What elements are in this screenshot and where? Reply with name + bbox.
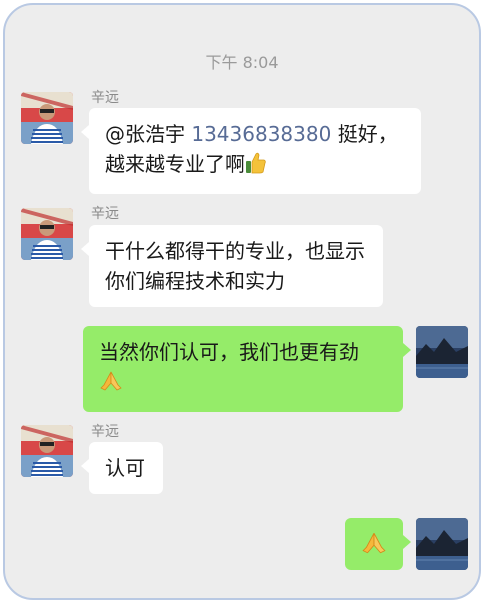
sender-name: 辛远 bbox=[91, 424, 119, 440]
thumbs-up-icon bbox=[245, 151, 267, 183]
chat-window: 下午 8:04 辛远 @张浩宇 13436838380 挺好， 越来越专业了啊 bbox=[3, 3, 481, 600]
message-text: 你们编程技术和实力 bbox=[105, 269, 285, 293]
message-text: 当然你们认可，我们也更有劲 bbox=[99, 340, 359, 364]
sender-name: 辛远 bbox=[91, 206, 119, 222]
sender-avatar[interactable] bbox=[21, 425, 73, 477]
sender-avatar[interactable] bbox=[21, 208, 73, 260]
message-bubble[interactable]: 当然你们认可，我们也更有劲 bbox=[83, 326, 411, 412]
message-bubble[interactable] bbox=[345, 518, 411, 570]
message-bubble[interactable]: @张浩宇 13436838380 挺好， 越来越专业了啊 bbox=[81, 108, 421, 194]
self-avatar[interactable] bbox=[416, 518, 468, 570]
message-text: 越来越专业了啊 bbox=[105, 152, 245, 176]
sender-name: 辛远 bbox=[91, 90, 119, 106]
message-bubble[interactable]: 干什么都得干的专业，也显示 你们编程技术和实力 bbox=[81, 225, 383, 307]
phone-link[interactable]: 13436838380 bbox=[191, 122, 331, 146]
message-text: 干什么都得干的专业，也显示 bbox=[105, 239, 365, 263]
sender-avatar[interactable] bbox=[21, 92, 73, 144]
message-text: 认可 bbox=[105, 456, 145, 480]
pray-hands-icon bbox=[361, 530, 387, 564]
pray-hands-icon bbox=[99, 369, 123, 401]
message-text: 挺好， bbox=[331, 122, 398, 146]
message-timestamp: 下午 8:04 bbox=[205, 53, 279, 72]
self-avatar[interactable] bbox=[416, 326, 468, 378]
mention-tag[interactable]: @张浩宇 bbox=[105, 122, 185, 146]
message-bubble[interactable]: 认可 bbox=[81, 442, 163, 494]
